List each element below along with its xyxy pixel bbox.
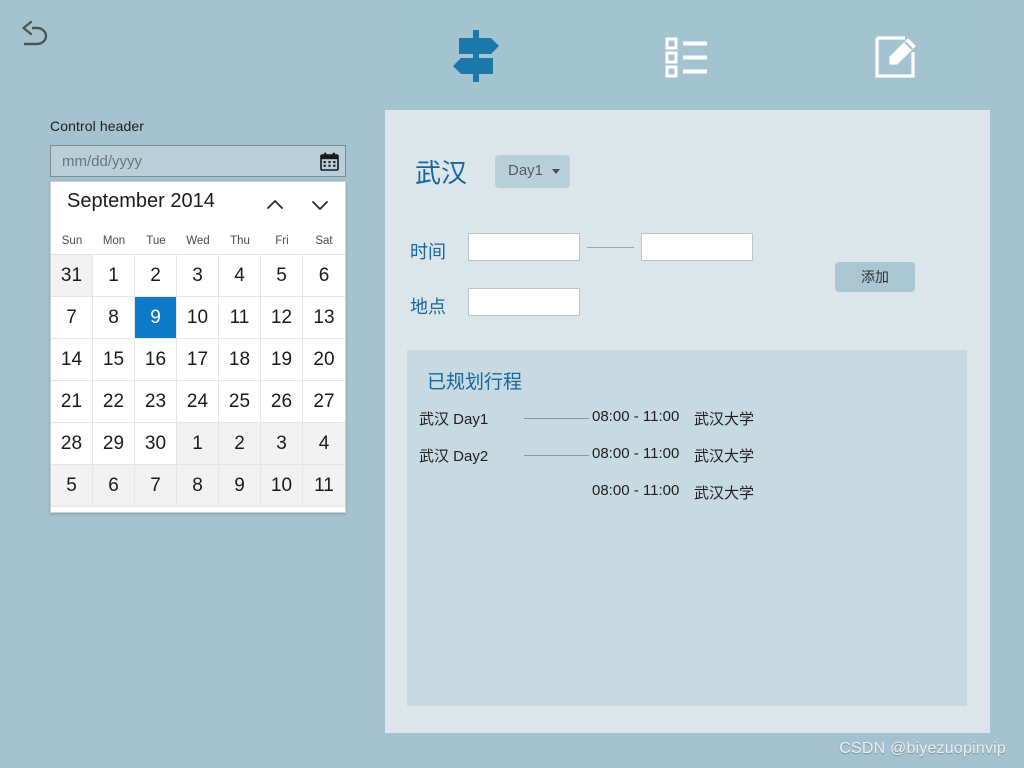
top-toolbar [385,0,990,110]
calendar-day[interactable]: 4 [219,255,261,297]
itinerary-dash [524,418,589,419]
calendar-month-title[interactable]: September 2014 [67,190,215,213]
signpost-directions-icon[interactable] [445,26,507,86]
calendar-day[interactable]: 8 [93,297,135,339]
calendar-day[interactable]: 19 [261,339,303,381]
calendar-weekday-wed: Wed [186,235,210,247]
calendar-day[interactable]: 13 [303,297,345,339]
calendar-weekday-tue: Tue [146,235,166,247]
calendar-day[interactable]: 17 [177,339,219,381]
calendar-weekday-sun: Sun [61,235,83,247]
itinerary-panel: 已规划行程 武汉 Day1 08:00 - 11:00 武汉大学 武汉 Day2 08:… [407,350,967,706]
calendar-day[interactable]: 28 [51,423,93,465]
calendar-day[interactable]: 10 [261,465,303,507]
calendar-day[interactable]: 30 [135,423,177,465]
calendar-icon[interactable] [320,152,339,171]
calendar-day-grid[interactable]: 31 1 2 3 4 5 6 7 8 9 10 11 12 13 14 15 16 17 18 19 20 21 22 23 2… [51,254,345,507]
calendar-day[interactable]: 9 [219,465,261,507]
calendar-day[interactable]: 1 [93,255,135,297]
date-picker-field[interactable] [50,145,346,177]
itinerary-place: 武汉大学 [694,411,755,428]
day-select[interactable]: Day1 [495,155,570,188]
calendar-day[interactable]: 2 [135,255,177,297]
calendar-day[interactable]: 23 [135,381,177,423]
watermark: CSDN @biyezuopinvip [839,740,1006,757]
itinerary-row[interactable]: 08:00 - 11:00 武汉大学 [419,480,959,504]
caret-down-icon [552,169,560,174]
itinerary-time: 08:00 - 11:00 [592,482,680,499]
calendar-weekday-header: Sun Mon Tue Wed Thu Fri Sat [51,228,345,254]
calendar-day[interactable]: 6 [93,465,135,507]
calendar-day[interactable]: 5 [51,465,93,507]
calendar-day[interactable]: 7 [135,465,177,507]
itinerary-day-label: 武汉 Day2 [419,448,489,465]
back-arrow-icon[interactable] [10,14,52,56]
place-label: 地点 [410,297,446,317]
calendar-day[interactable]: 15 [93,339,135,381]
calendar-day[interactable]: 29 [93,423,135,465]
calendar-day[interactable]: 3 [177,255,219,297]
itinerary-place: 武汉大学 [694,485,755,502]
calendar-day[interactable]: 25 [219,381,261,423]
calendar-day[interactable]: 8 [177,465,219,507]
calendar-day[interactable]: 18 [219,339,261,381]
right-pane: 武汉 Day1 时间 地点 添加 已规划行程 武汉 Day1 08:00 - 11… [385,0,990,733]
itinerary-time: 08:00 - 11:00 [592,408,680,425]
calendar-day[interactable]: 26 [261,381,303,423]
calendar-day[interactable]: 10 [177,297,219,339]
calendar-popup[interactable]: September 2014 Sun Mon Tue Wed Thu Fri Sat 31 1… [50,181,346,513]
calendar-weekday-fri: Fri [275,235,289,247]
calendar-day[interactable]: 31 [51,255,93,297]
itinerary-place: 武汉大学 [694,448,755,465]
calendar-weekday-sat: Sat [315,235,333,247]
calendar-day[interactable]: 11 [303,465,345,507]
calendar-day[interactable]: 11 [219,297,261,339]
calendar-day[interactable]: 20 [303,339,345,381]
itinerary-day-label: 武汉 Day1 [419,411,489,428]
day-select-label: Day1 [508,162,544,179]
calendar-weekday-mon: Mon [102,235,126,247]
place-input[interactable] [468,288,580,316]
calendar-day[interactable]: 5 [261,255,303,297]
calendar-day[interactable]: 3 [261,423,303,465]
calendar-day-selected[interactable]: 9 [135,297,177,339]
calendar-day[interactable]: 1 [177,423,219,465]
itinerary-title: 已规划行程 [427,372,523,393]
time-label: 时间 [410,242,446,262]
calendar-weekday-thu: Thu [230,235,250,247]
calendar-day[interactable]: 6 [303,255,345,297]
chevron-up-icon[interactable] [261,192,289,218]
calendar-day[interactable]: 21 [51,381,93,423]
control-header-label: Control header [50,118,145,134]
calendar-day[interactable]: 14 [51,339,93,381]
time-range-connector [587,247,634,248]
calendar-day[interactable]: 12 [261,297,303,339]
itinerary-row[interactable]: 武汉 Day1 08:00 - 11:00 武汉大学 [419,406,959,430]
content-panel: 武汉 Day1 时间 地点 添加 已规划行程 武汉 Day1 08:00 - 11… [385,110,990,733]
time-start-input[interactable] [468,233,580,261]
add-button[interactable]: 添加 [835,262,915,292]
calendar-day[interactable]: 16 [135,339,177,381]
itinerary-row[interactable]: 武汉 Day2 08:00 - 11:00 武汉大学 [419,443,959,467]
city-title: 武汉 [415,158,468,188]
calendar-day[interactable]: 22 [93,381,135,423]
left-pane: Control header September 2014 [0,0,385,768]
itinerary-dash [524,455,589,456]
edit-note-icon[interactable] [865,26,927,86]
list-icon[interactable] [655,26,717,86]
calendar-header: September 2014 [51,182,345,228]
calendar-day[interactable]: 24 [177,381,219,423]
calendar-day[interactable]: 2 [219,423,261,465]
calendar-day[interactable]: 4 [303,423,345,465]
itinerary-time: 08:00 - 11:00 [592,445,680,462]
calendar-day[interactable]: 27 [303,381,345,423]
date-input[interactable] [51,146,313,176]
time-end-input[interactable] [641,233,753,261]
calendar-day[interactable]: 7 [51,297,93,339]
chevron-down-icon[interactable] [306,192,334,218]
